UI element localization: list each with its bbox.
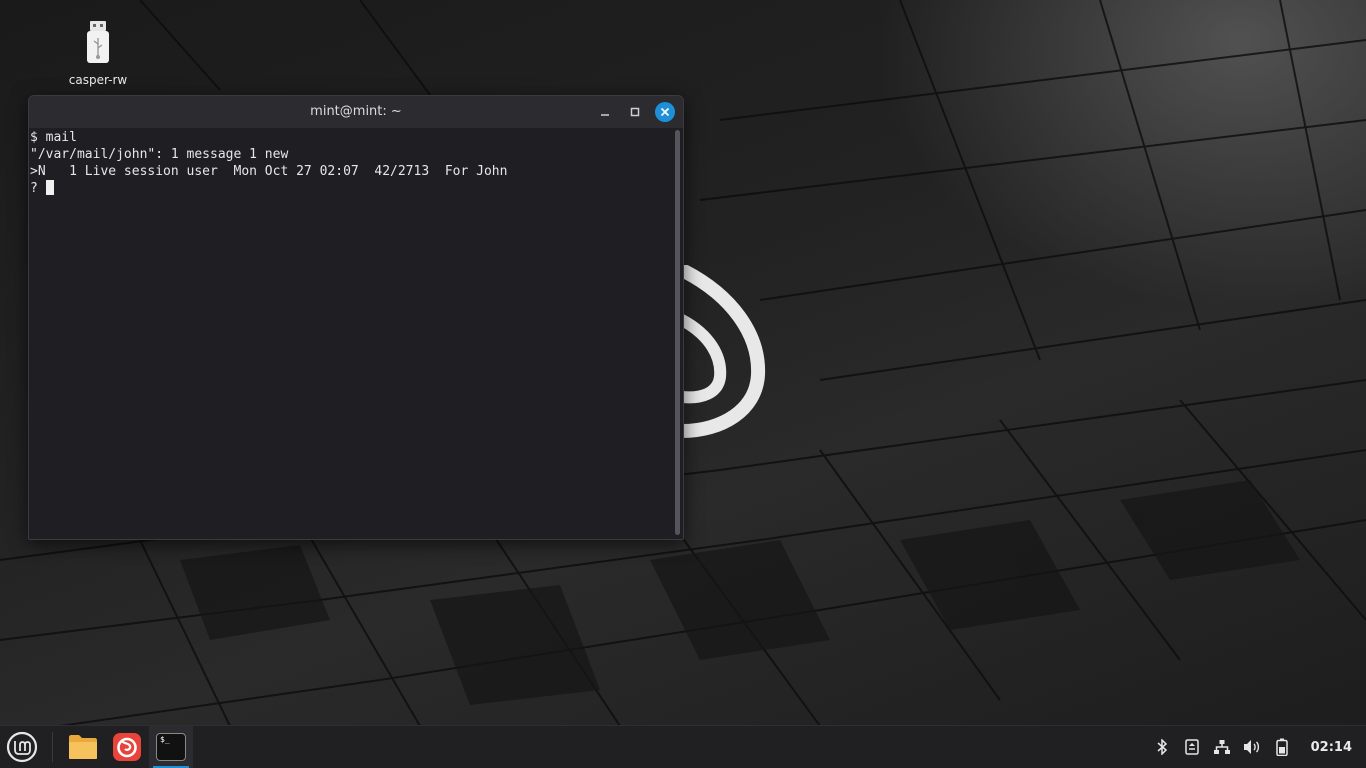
system-tray: 02:14 [1153,726,1366,768]
clock[interactable]: 02:14 [1311,740,1352,755]
terminal-line: "/var/mail/john": 1 message 1 new [30,147,289,162]
terminal-line: >N 1 Live session user Mon Oct 27 02:07 … [30,164,508,179]
tray-network[interactable] [1213,738,1231,756]
launcher-firefox[interactable] [105,726,149,768]
window-title: mint@mint: ~ [310,104,402,119]
folder-icon [69,735,97,759]
terminal-output[interactable]: $ mail "/var/mail/john": 1 message 1 new >… [29,128,673,539]
minimize-icon [601,114,609,116]
terminal-prompt-line[interactable]: ? [30,180,673,197]
maximize-icon [630,107,640,117]
firefox-icon [113,733,141,761]
window-titlebar[interactable]: mint@mint: ~ [29,96,683,128]
desktop-icon-label: casper-rw [68,73,128,87]
terminal-line: $ mail [30,130,77,145]
tray-clipboard[interactable] [1183,738,1201,756]
minimize-button[interactable] [595,102,615,122]
menu-button[interactable] [0,726,44,768]
desktop-icon-casper-rw[interactable]: casper-rw [58,20,138,87]
maximize-button[interactable] [625,102,645,122]
terminal-prompt: ? [30,181,46,196]
bluetooth-icon [1157,739,1167,755]
usb-drive-icon [87,21,109,63]
terminal-icon-glyph: $_ [160,735,170,744]
taskbar-separator [52,732,53,762]
taskbar: $_ 02:14 [0,725,1366,768]
launcher-terminal[interactable]: $_ [149,726,193,768]
tray-battery[interactable] [1273,738,1291,756]
terminal-window[interactable]: mint@mint: ~ $ mail "/var/mail/john": 1 m… [28,95,684,540]
tray-volume[interactable] [1243,738,1261,756]
launcher-files[interactable] [61,726,105,768]
mint-menu-icon [6,731,38,763]
clipboard-icon [1184,739,1199,755]
mint-wallpaper-logo [682,265,766,438]
tray-bluetooth[interactable] [1153,738,1171,756]
terminal-scrollbar[interactable] [675,130,680,535]
volume-icon [1243,740,1259,754]
network-icon [1213,740,1230,754]
terminal-icon: $_ [156,733,186,761]
terminal-cursor [45,180,54,195]
battery-icon [1275,738,1288,756]
close-icon [660,107,670,117]
close-button[interactable] [655,102,675,122]
